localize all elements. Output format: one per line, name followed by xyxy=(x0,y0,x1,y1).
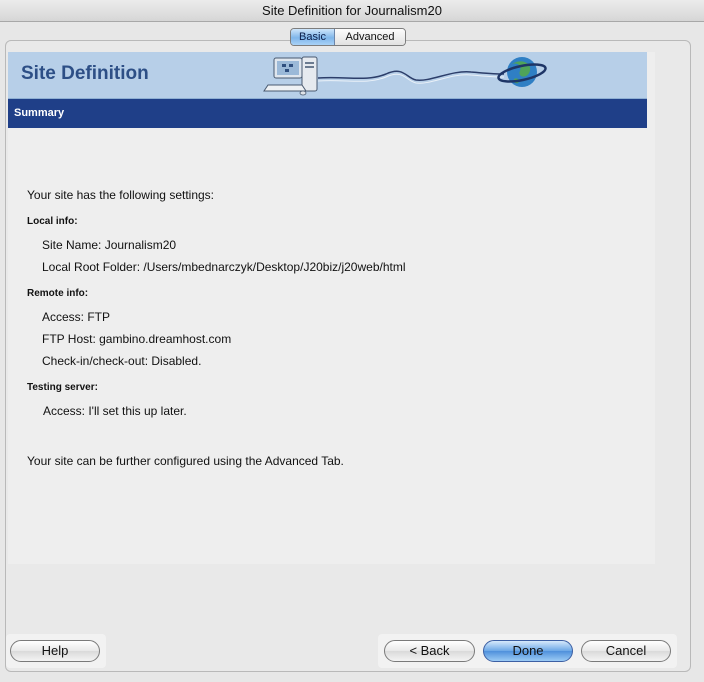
back-button[interactable]: < Back xyxy=(384,640,475,662)
summary-footer: Your site can be further configured usin… xyxy=(27,454,344,468)
content-panel: Site Definition Summary Your site has th… xyxy=(8,52,655,564)
ftp-host: FTP Host: gambino.dreamhost.com xyxy=(42,332,232,346)
remote-access: Access: FTP xyxy=(42,310,111,324)
remote-info-header: Remote info: xyxy=(27,288,89,299)
testing-server-header: Testing server: xyxy=(27,382,98,393)
banner: Site Definition xyxy=(8,52,647,99)
tab-basic[interactable]: Basic xyxy=(291,29,335,45)
dialog-body: Basic Advanced Site Definition Summary Y… xyxy=(0,22,704,682)
local-info-header: Local info: xyxy=(27,216,78,227)
site-name: Site Name: Journalism20 xyxy=(42,238,177,252)
checkin-checkout: Check-in/check-out: Disabled. xyxy=(42,354,202,368)
banner-illustration xyxy=(263,56,547,96)
cancel-button[interactable]: Cancel xyxy=(581,640,671,662)
window-title: Site Definition for Journalism20 xyxy=(0,0,704,22)
globe-icon xyxy=(497,57,547,87)
testing-access: Access: I'll set this up later. xyxy=(43,404,187,418)
banner-title: Site Definition xyxy=(21,63,149,84)
help-button[interactable]: Help xyxy=(10,640,100,662)
computer-icon xyxy=(263,56,318,96)
local-root-folder: Local Root Folder: /Users/mbednarczyk/De… xyxy=(42,260,406,274)
tab-advanced[interactable]: Advanced xyxy=(335,29,405,45)
section-header: Summary xyxy=(8,99,647,128)
summary-intro: Your site has the following settings: xyxy=(27,188,215,202)
tab-switcher: Basic Advanced xyxy=(290,28,406,46)
done-button[interactable]: Done xyxy=(483,640,573,662)
